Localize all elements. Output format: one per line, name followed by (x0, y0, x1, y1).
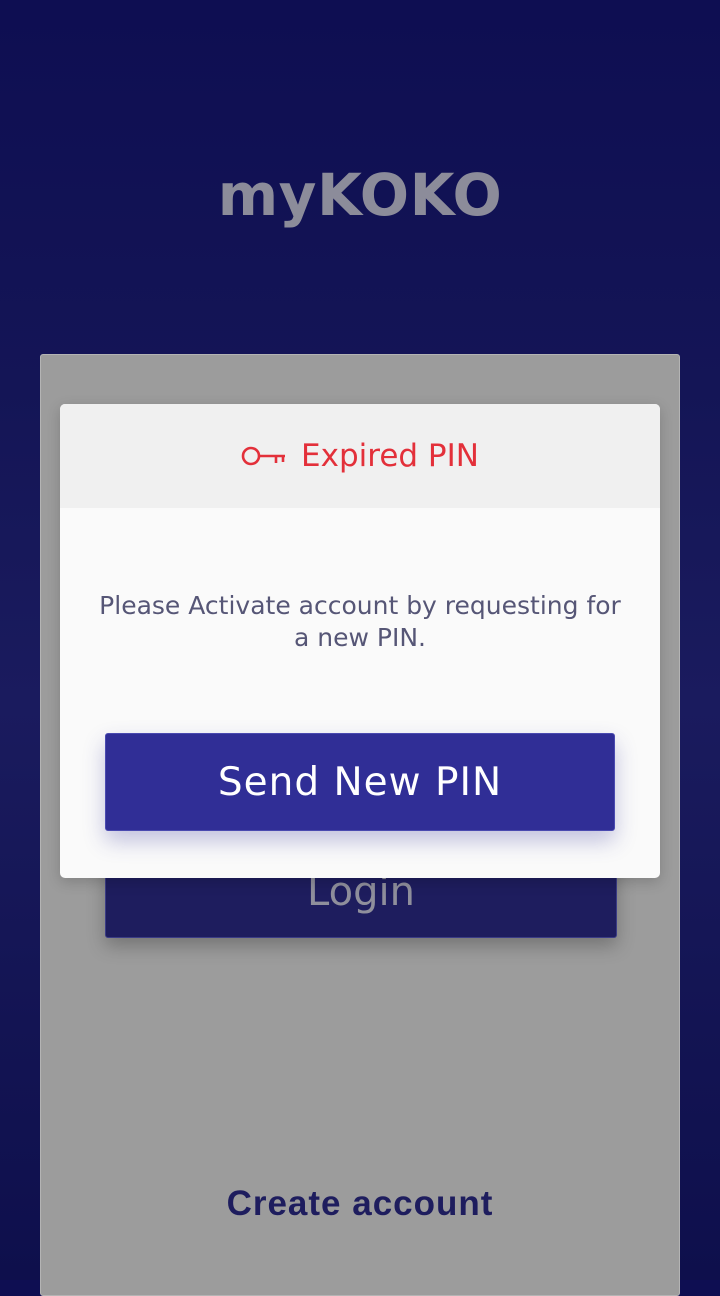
dialog-title: Expired PIN (301, 438, 479, 474)
send-new-pin-button[interactable]: Send New PIN (105, 733, 615, 831)
key-icon (241, 446, 286, 466)
create-account-link[interactable]: Create account (0, 1184, 720, 1224)
dialog-message: Please Activate account by requesting fo… (99, 591, 621, 652)
expired-pin-dialog: Expired PIN Please Activate account by r… (60, 404, 660, 878)
app-title: myKOKO (217, 161, 503, 229)
dialog-header: Expired PIN (60, 404, 660, 508)
